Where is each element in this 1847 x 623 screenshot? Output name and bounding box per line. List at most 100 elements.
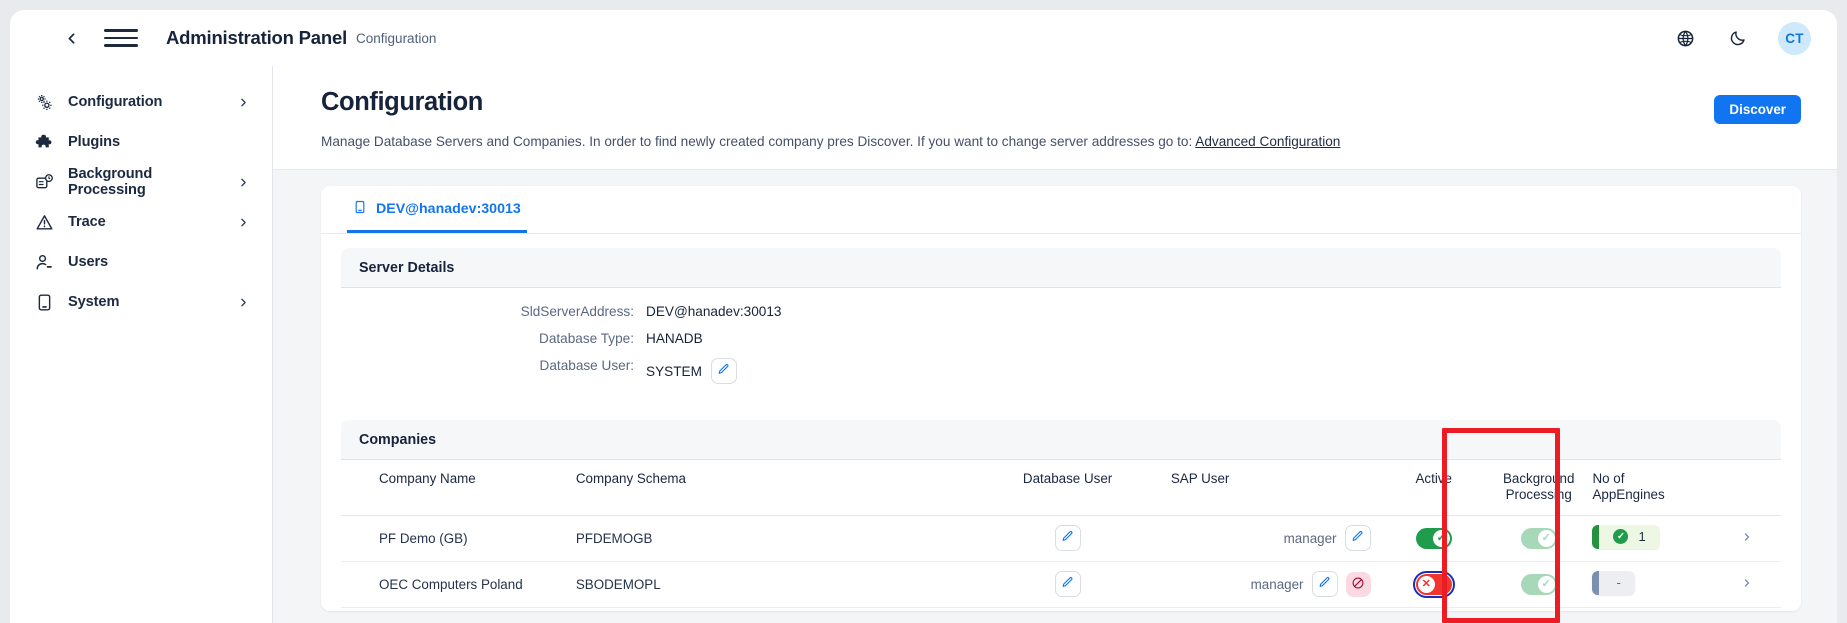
cell-row-action — [1712, 607, 1781, 611]
back-button[interactable] — [56, 23, 86, 53]
sidebar-item-users[interactable]: Users — [10, 242, 272, 282]
chevron-right-icon — [237, 176, 250, 189]
server-details-title: Server Details — [341, 248, 1781, 288]
table-row[interactable]: PF Demo (GB) PFDEMOGB manager ✓ ✓ ✓ 1 — [341, 515, 1781, 562]
cell-database-user — [970, 607, 1165, 611]
avatar[interactable]: CT — [1778, 21, 1811, 55]
field-database-type: Database Type: HANADB — [341, 331, 1781, 346]
main-content: Configuration Manage Database Servers an… — [272, 66, 1837, 623]
gears-icon — [34, 92, 55, 113]
field-label: Database Type: — [539, 331, 634, 346]
status-bar — [1592, 524, 1600, 549]
tab-bar: DEV@hanadev:30013 — [321, 186, 1801, 234]
check-icon: ✓ — [1537, 529, 1555, 547]
cell-app-engines: - — [1586, 561, 1713, 608]
active-toggle[interactable]: ✓ — [1415, 527, 1452, 549]
page-description: Manage Database Servers and Companies. I… — [321, 134, 1801, 149]
sidebar: Configuration Plugins Background Process… — [10, 66, 272, 623]
cell-company-name: ProcessForce Demo PL — [341, 607, 570, 611]
edit-database-user-button[interactable] — [1054, 571, 1081, 598]
device-icon — [34, 292, 55, 313]
companies-body: Company Name Company Schema Database Use… — [341, 460, 1781, 611]
cell-company-schema: SBOPFDEMOPL Update Required — [569, 607, 971, 611]
pencil-icon — [1351, 530, 1364, 546]
cross-icon: ✕ — [1417, 575, 1435, 593]
pencil-icon — [1061, 530, 1074, 546]
page-header: Configuration Manage Database Servers an… — [273, 66, 1837, 170]
database-server-icon — [353, 200, 367, 218]
app-engines-count: 1 — [1638, 529, 1646, 545]
cell-sap-user: manager — [1164, 561, 1377, 608]
body: Configuration Plugins Background Process… — [10, 66, 1837, 623]
tab-dev-hanadev[interactable]: DEV@hanadev:30013 — [347, 186, 527, 233]
chevron-right-icon[interactable] — [1741, 531, 1753, 546]
cell-active: ✓ — [1376, 515, 1491, 562]
field-value: SYSTEM — [646, 363, 702, 379]
check-circle-icon: ✓ — [1613, 529, 1629, 545]
app-engines-badge[interactable]: - — [1592, 570, 1635, 595]
top-bar: Administration Panel Configuration CT — [10, 10, 1837, 66]
active-toggle[interactable]: ✕ — [1412, 570, 1456, 599]
companies-title: Companies — [341, 420, 1781, 460]
background-processing-toggle[interactable]: ✓ — [1520, 573, 1557, 595]
cell-row-action — [1712, 515, 1781, 562]
user-icon — [34, 252, 55, 273]
column-actions — [1712, 460, 1781, 516]
globe-icon[interactable] — [1672, 25, 1698, 51]
field-value: DEV@hanadev:30013 — [646, 304, 782, 319]
tabs-wrapper: DEV@hanadev:30013 Server Details SldServ… — [273, 170, 1837, 611]
background-processing-toggle[interactable]: ✓ — [1520, 527, 1557, 549]
column-no-of-appengines: No of AppEngines — [1586, 460, 1713, 516]
block-sap-user-button[interactable] — [1345, 571, 1371, 597]
sidebar-item-trace[interactable]: Trace — [10, 202, 272, 242]
edit-sap-user-button[interactable] — [1311, 571, 1338, 598]
table-header-row: Company Name Company Schema Database Use… — [341, 460, 1781, 516]
server-details-body: SldServerAddress: DEV@hanadev:30013 Data… — [341, 288, 1781, 402]
table-header: Company Name Company Schema Database Use… — [341, 460, 1781, 516]
warning-triangle-icon — [34, 212, 55, 233]
app-engines-badge[interactable]: ✓ 1 — [1592, 524, 1660, 549]
edit-database-user-button[interactable] — [710, 358, 737, 384]
sidebar-item-configuration[interactable]: Configuration — [10, 82, 272, 122]
sidebar-item-plugins[interactable]: Plugins — [10, 122, 272, 162]
column-background-processing: Background Processing — [1490, 460, 1587, 516]
moon-icon[interactable] — [1725, 25, 1751, 51]
column-company-name: Company Name — [341, 460, 570, 516]
cell-row-action — [1712, 561, 1781, 608]
cell-database-user — [970, 515, 1165, 562]
edit-database-user-button[interactable] — [1054, 525, 1081, 552]
edit-sap-user-button[interactable] — [1344, 525, 1371, 552]
chevron-right-icon[interactable] — [1741, 577, 1753, 592]
cell-background-processing: ✓ — [1490, 515, 1587, 562]
cell-sap-user: manager — [1164, 515, 1377, 562]
cell-app-engines: ✓ 1 — [1586, 515, 1713, 562]
cell-background-processing: ✓ — [1490, 561, 1587, 608]
panel-area: Server Details SldServerAddress: DEV@han… — [321, 234, 1801, 611]
field-database-user: Database User: SYSTEM — [341, 358, 1781, 384]
advanced-configuration-link[interactable]: Advanced Configuration — [1195, 134, 1340, 149]
sidebar-item-system[interactable]: System — [10, 282, 272, 322]
sidebar-item-background-processing[interactable]: Background Processing — [10, 162, 272, 202]
cell-company-name: OEC Computers Poland — [341, 561, 570, 608]
check-icon: ✓ — [1537, 575, 1555, 593]
prohibited-icon — [1351, 576, 1365, 593]
discover-button[interactable]: Discover — [1714, 95, 1801, 124]
cell-active: ✕ — [1376, 607, 1491, 611]
hamburger-menu-icon[interactable] — [104, 23, 138, 53]
table-row[interactable]: OEC Computers Poland SBODEMOPL manager ✕… — [341, 561, 1781, 608]
field-label: SldServerAddress: — [520, 304, 634, 319]
cell-app-engines: - — [1586, 607, 1713, 611]
page-heading: Configuration — [321, 88, 483, 116]
companies-table: Company Name Company Schema Database Use… — [341, 460, 1781, 611]
app-engines-count: - — [1616, 575, 1621, 591]
puzzle-piece-icon — [34, 132, 55, 153]
chevron-right-icon — [237, 96, 250, 109]
field-value: HANADB — [646, 331, 703, 346]
sidebar-item-label: Plugins — [68, 134, 121, 150]
cell-background-processing: ✕ — [1490, 607, 1587, 611]
table-row[interactable]: ProcessForce Demo PL SBOPFDEMOPL — [341, 607, 1781, 611]
field-value-group: SYSTEM — [646, 358, 737, 384]
sap-user-name: manager — [1283, 530, 1337, 546]
process-clock-icon — [34, 172, 55, 193]
page-description-text: Manage Database Servers and Companies. I… — [321, 134, 1193, 149]
